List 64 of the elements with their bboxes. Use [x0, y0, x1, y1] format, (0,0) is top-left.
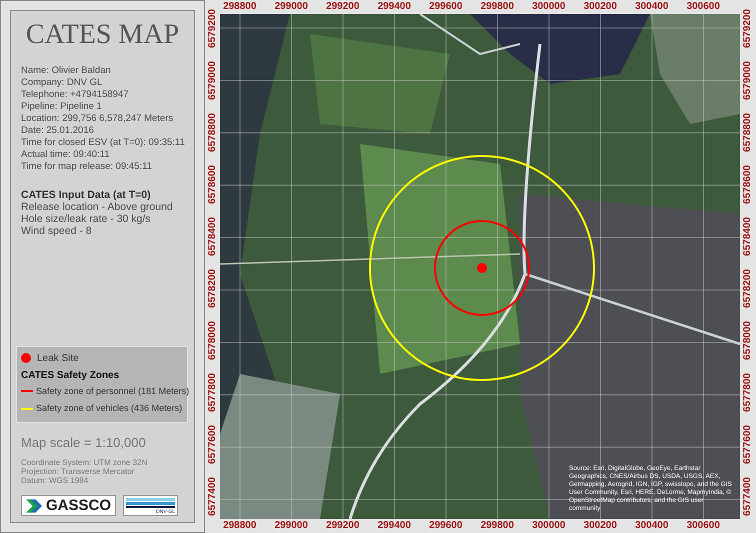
projection-line: Datum: WGS 1984 — [21, 476, 90, 485]
coordinate-label: 6579000 — [208, 60, 218, 100]
coordinate-label: 300000 — [532, 2, 566, 12]
coordinate-label: 6578000 — [743, 320, 753, 360]
coordinate-label: 300200 — [584, 2, 617, 12]
logo-text: GASSCO — [46, 498, 111, 513]
coordinate-label: 6579000 — [743, 60, 753, 100]
info-line: Location: 299,756 6,578,247 Meters — [21, 113, 174, 125]
coordinate-label: 6578600 — [208, 164, 218, 204]
legend-label: Safety zone of vehicles (436 Meters) — [36, 402, 182, 415]
coordinate-label: 6578600 — [743, 164, 753, 204]
coordinate-label: 298800 — [223, 2, 256, 12]
chevron-icon — [26, 498, 43, 512]
coordinate-label: 6577800 — [743, 372, 753, 412]
info-line: Release location - Above ground — [21, 201, 174, 213]
coordinate-label: 300400 — [635, 2, 668, 12]
info-line: Wind speed - 8 — [21, 225, 93, 237]
info-line: Telephone: +4794158947 — [21, 89, 130, 101]
coordinate-label: 6578400 — [743, 216, 753, 256]
coordinate-label: 6578800 — [208, 112, 218, 152]
coordinate-label: 6577600 — [743, 424, 753, 464]
info-line: Pipeline: Pipeline 1 — [21, 101, 103, 113]
coordinate-label: 299000 — [274, 521, 308, 531]
projection-line: Coordinate System: UTM zone 32N — [21, 458, 148, 467]
map-title: CATES MAP — [24, 21, 180, 49]
coordinate-label: 299200 — [326, 521, 360, 531]
legend-label: Safety zone of personnel (181 Meters) — [36, 384, 190, 398]
legend-label: Leak Site — [37, 352, 79, 366]
info-line: Time for closed ESV (at T=0): 09:35:11 — [21, 137, 184, 149]
coordinate-label: 299400 — [378, 2, 411, 12]
coordinate-label: 6579200 — [743, 8, 753, 48]
coordinate-label: 299200 — [326, 2, 360, 12]
coordinate-label: 299600 — [429, 521, 462, 531]
info-line: Hole size/leak rate - 30 kg/s — [21, 213, 152, 225]
coordinate-label: 6577800 — [208, 372, 218, 412]
coordinate-label: 6579200 — [208, 8, 218, 48]
coordinate-label: 299600 — [429, 2, 462, 12]
coordinate-label: 300200 — [584, 521, 617, 531]
section-heading: CATES Input Data (at T=0) — [21, 189, 152, 201]
coordinate-label: 6577600 — [208, 424, 218, 464]
info-line: Company: DNV GL — [21, 77, 104, 89]
coordinate-label: 299800 — [480, 2, 514, 12]
coordinate-label: 300600 — [686, 521, 720, 531]
coordinate-label: 299400 — [378, 521, 411, 531]
coordinate-label: 6578400 — [208, 216, 218, 256]
coordinate-label: 300000 — [532, 521, 566, 531]
info-line: Actual time: 09:40:11 — [21, 149, 111, 161]
coordinate-label: 300600 — [686, 2, 720, 12]
coordinate-label: 6577400 — [743, 476, 753, 516]
info-line: Date: 25.01.2016 — [21, 125, 95, 137]
coordinate-label: 6578200 — [208, 268, 218, 308]
coordinate-label: 299800 — [480, 521, 514, 531]
coordinate-label: 6578800 — [743, 112, 753, 152]
coordinate-label: 6578000 — [208, 320, 218, 360]
coordinate-label: 6578200 — [743, 268, 753, 308]
coordinate-label: 300400 — [635, 521, 668, 531]
map-scale: Map scale = 1:10,000 — [21, 434, 147, 452]
legend-heading: CATES Safety Zones — [21, 368, 120, 382]
coordinate-label: 6577400 — [208, 476, 218, 516]
coordinate-label: 299000 — [274, 2, 308, 12]
info-line: Name: Olivier Baldan — [21, 65, 112, 77]
projection-line: Projection: Transverse Mercator — [21, 467, 136, 476]
coordinate-label: 298800 — [223, 521, 256, 531]
info-line: Time for map release: 09:45:11 — [21, 161, 153, 173]
